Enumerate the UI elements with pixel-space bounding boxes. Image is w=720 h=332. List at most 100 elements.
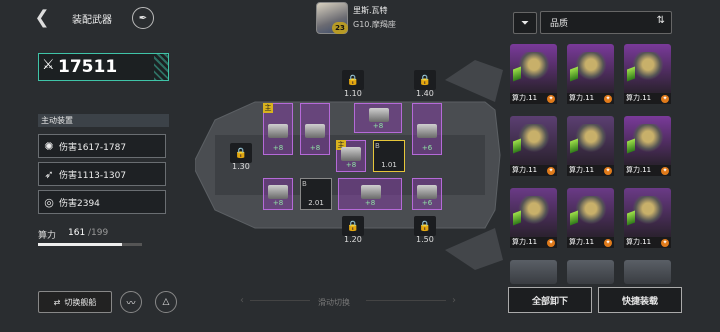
quality-label: 品质 (550, 19, 569, 29)
crossed-swords-icon: ⚔ (42, 57, 55, 73)
weapon-inventory-grid: 算力.11 ✦ 算力.11 ✦ 算力.11 ✦ 算力.11 ✦ 算力.11 ✦ 算力.11 ✦ 算力.1… (510, 44, 680, 284)
weapon-icon (518, 196, 550, 224)
switch-ship-label: 切换舰船 (64, 297, 97, 307)
divider (366, 300, 446, 301)
lock-requirement: 1.10 (344, 89, 362, 98)
feather-button[interactable]: ✒ (132, 7, 154, 29)
inventory-weapon-card[interactable]: 算力.11 ✦ (624, 188, 671, 248)
weapon-slot[interactable]: +8 (300, 103, 330, 155)
lock-icon[interactable]: 🔒 (342, 70, 364, 90)
weapon-icon (575, 196, 607, 224)
filter-button[interactable]: ⏷ (513, 12, 537, 34)
weapon-power: 算力.11 (569, 94, 595, 102)
weapon-slot[interactable]: +6 (412, 103, 442, 155)
active-devices-header: 主动装置 (38, 114, 169, 127)
quality-sort-dropdown[interactable]: 品质 ⇅ (540, 11, 672, 34)
stat-text: 伤害2394 (59, 198, 100, 209)
inventory-weapon-card[interactable]: 算力.11 ✦ (510, 116, 557, 176)
weapon-icon (268, 124, 288, 138)
inventory-weapon-card[interactable]: 算力.11 ✦ (510, 44, 557, 104)
weapon-power: 算力.11 (569, 238, 595, 246)
main-weapon-tag: 主 (263, 103, 273, 113)
ship-mode-button[interactable]: 〰 (120, 291, 142, 313)
weapon-icon (632, 52, 664, 80)
weapon-slot[interactable]: +8 (263, 178, 293, 210)
combat-power-value: 17511 (58, 57, 118, 77)
swipe-hint: 滑动切换 (318, 298, 350, 307)
capacity-label: 算力 (38, 231, 57, 241)
lock-requirement: 1.40 (416, 89, 434, 98)
gear-icon: ✦ (547, 239, 555, 247)
quick-equip-button[interactable]: 快捷装载 (598, 287, 682, 313)
pilot-level-badge: 23 (332, 22, 348, 34)
inventory-weapon-card[interactable]: 算力.11 ✦ (510, 188, 557, 248)
weapon-icon (575, 52, 607, 80)
weapon-power: 算力.11 (626, 166, 652, 174)
inventory-weapon-card[interactable] (510, 260, 557, 284)
swap-icon: ⇄ (53, 297, 61, 307)
weapon-slot[interactable]: +8 (338, 178, 402, 210)
switch-ship-button[interactable]: ⇄ 切换舰船 (38, 291, 112, 313)
weapon-icon (369, 108, 389, 122)
weapon-level: +8 (345, 161, 357, 169)
weapon-slot[interactable]: 主 +8 (263, 103, 293, 155)
weapon-icon (268, 185, 288, 199)
weapon-slot[interactable]: 主 +8 (336, 140, 366, 172)
weapon-power: 算力.11 (626, 94, 652, 102)
capacity-progress-bar (38, 243, 142, 246)
bonus-slot[interactable]: B 1.01 (373, 140, 405, 172)
formation-button[interactable]: △ (155, 291, 177, 313)
chevron-left-icon[interactable]: ‹ (240, 295, 244, 306)
inventory-weapon-card[interactable] (624, 260, 671, 284)
weapon-icon (341, 147, 361, 161)
gear-icon: ✦ (604, 95, 612, 103)
weapon-level: +8 (309, 144, 321, 152)
inventory-weapon-card[interactable]: 算力.11 ✦ (624, 44, 671, 104)
weapon-icon (518, 124, 550, 152)
weapon-power: 算力.11 (569, 166, 595, 174)
weapon-icon (361, 185, 381, 199)
lock-requirement: 1.30 (232, 162, 250, 171)
lock-icon[interactable]: 🔒 (230, 143, 252, 163)
chevron-right-icon[interactable]: › (452, 295, 456, 306)
weapon-icon (632, 124, 664, 152)
inventory-weapon-card[interactable]: 算力.11 ✦ (567, 44, 614, 104)
lock-icon[interactable]: 🔒 (342, 216, 364, 236)
gear-icon: ✦ (661, 95, 669, 103)
weapon-level: +6 (421, 199, 433, 207)
inventory-weapon-card[interactable]: 算力.11 ✦ (567, 188, 614, 248)
pilot-name: 里斯.瓦特 (353, 6, 388, 15)
weapon-power: 算力.11 (512, 94, 538, 102)
lock-requirement: 1.50 (416, 235, 434, 244)
gear-icon: ✦ (547, 95, 555, 103)
weapon-icon (417, 124, 437, 138)
weapon-icon (632, 196, 664, 224)
bonus-slot-value: 1.01 (381, 161, 397, 169)
weapon-icon (575, 124, 607, 152)
bonus-slot-tag: B (375, 142, 380, 150)
target-icon: ◎ (44, 195, 54, 209)
shotgun-icon: ✺ (44, 139, 54, 153)
gear-icon: ✦ (604, 239, 612, 247)
weapon-icon (305, 124, 325, 138)
weapon-level: +8 (272, 199, 284, 207)
bonus-slot[interactable]: B 2.01 (300, 178, 332, 210)
gear-icon: ✦ (604, 167, 612, 175)
unequip-all-button[interactable]: 全部卸下 (508, 287, 592, 313)
weapon-slot[interactable]: +6 (412, 178, 442, 210)
weapon-level: +8 (272, 144, 284, 152)
back-button[interactable]: ❮ (30, 6, 54, 28)
stat-text: 伤害1617-1787 (59, 142, 127, 153)
stat-text: 伤害1113-1307 (59, 170, 127, 181)
lock-icon[interactable]: 🔒 (414, 70, 436, 90)
inventory-weapon-card[interactable]: 算力.11 ✦ (624, 116, 671, 176)
pulse-icon: 〰 (126, 298, 136, 309)
divider (250, 300, 310, 301)
capacity-progress-fill (38, 243, 123, 246)
left-arrow-icon: ❮ (34, 6, 50, 28)
inventory-weapon-card[interactable] (567, 260, 614, 284)
combat-power-box: ⚔ 17511 (38, 53, 169, 81)
inventory-weapon-card[interactable]: 算力.11 ✦ (567, 116, 614, 176)
weapon-slot[interactable]: +8 (354, 103, 402, 133)
lock-icon[interactable]: 🔒 (414, 216, 436, 236)
